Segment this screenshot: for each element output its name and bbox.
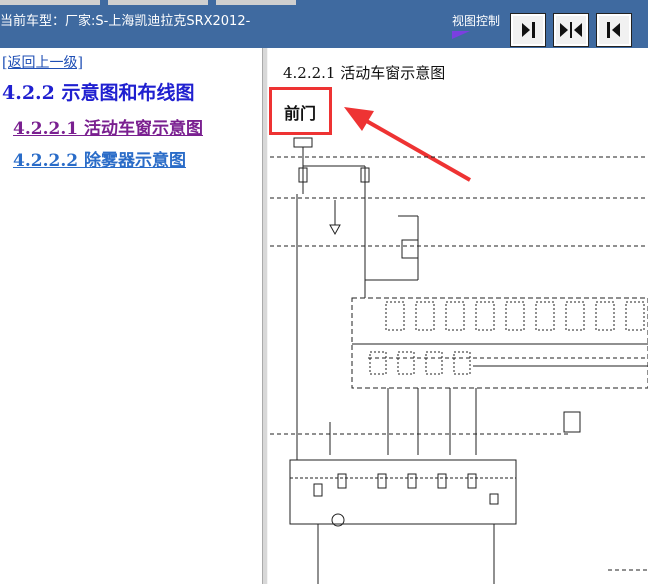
wiring-schematic [270, 137, 648, 584]
diagram-title: 4.2.2.1 活动车窗示意图 [283, 64, 446, 82]
next-page-button[interactable] [510, 13, 546, 47]
tab[interactable] [216, 0, 296, 5]
back-link[interactable]: [返回上一级] [2, 52, 83, 72]
section-title: 4.2.2 示意图和布线图 [2, 82, 195, 104]
top-bar: 当前车型：厂家:S-上海凯迪拉克SRX2012- 视图控制 [0, 0, 648, 48]
fit-width-button[interactable] [553, 13, 589, 47]
sidebar-item-window-diagram[interactable]: 4.2.2.1 活动车窗示意图 [13, 114, 203, 139]
arrow-left-bar-icon [607, 22, 620, 38]
vehicle-model-label: 当前车型：厂家:S-上海凯迪拉克SRX2012- [0, 14, 251, 29]
window-tabs [0, 0, 648, 5]
highlight-box [269, 87, 332, 135]
arrows-inward-icon [560, 22, 582, 38]
view-control-label: 视图控制 [452, 14, 501, 28]
sidebar-item-defogger-diagram[interactable]: 4.2.2.2 除雾器示意图 [13, 146, 186, 171]
previous-page-button[interactable] [596, 13, 632, 47]
play-icon[interactable] [452, 31, 470, 39]
arrow-right-bar-icon [522, 22, 535, 38]
tab[interactable] [0, 0, 100, 5]
tab[interactable] [108, 0, 208, 5]
